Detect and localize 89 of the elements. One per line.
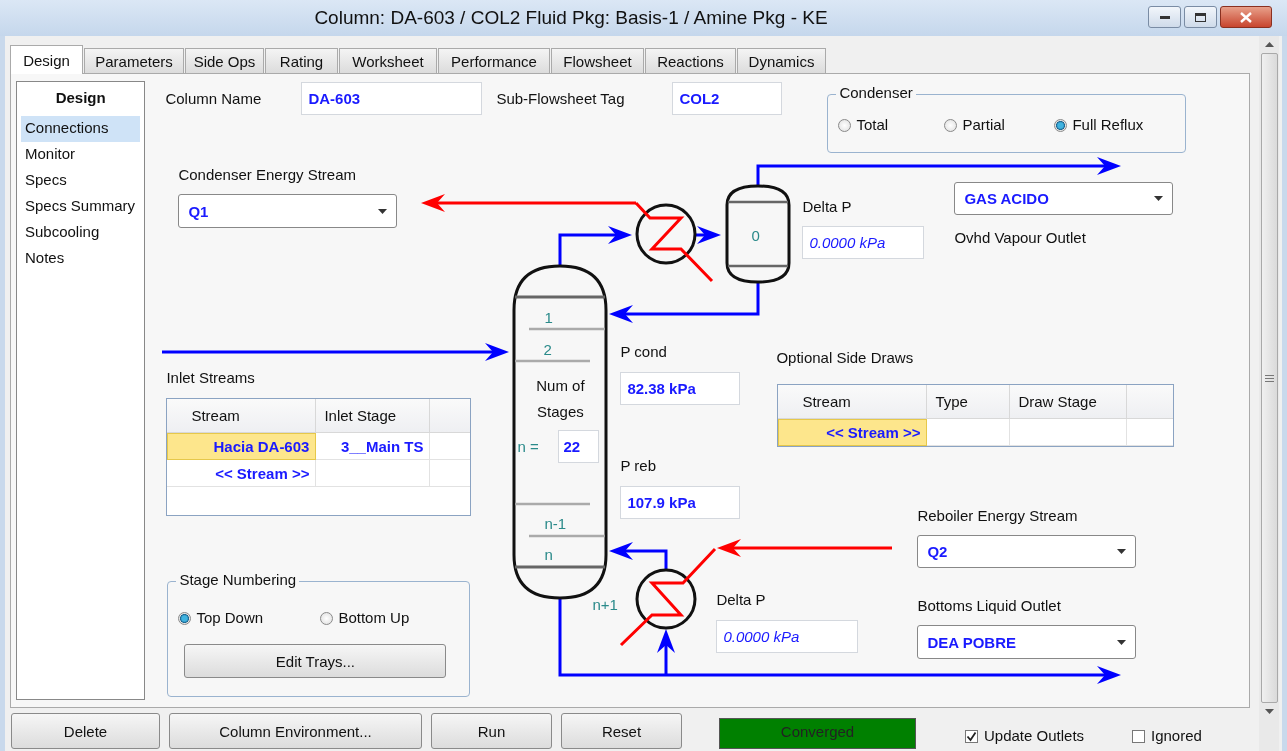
maximize-button[interactable] [1184,6,1217,28]
field-label: P reb [620,457,656,475]
table-cell[interactable] [927,419,1011,446]
tab[interactable]: Side Ops [185,48,264,73]
field-label: Ovhd Vapour Outlet [954,229,1086,247]
caret-icon [1117,549,1127,554]
dropdown[interactable]: Q2 [917,535,1137,568]
column-header: Inlet Stage [316,399,431,433]
radio-option[interactable]: Partial [944,116,1005,134]
minimize-icon [1159,15,1170,19]
input-field[interactable]: COL2 [672,82,783,115]
stage-label: 0 [751,227,760,245]
footer-button[interactable]: Column Environment... [169,713,422,749]
footer-button[interactable]: Delete [11,713,160,749]
minimize-button[interactable] [1148,6,1181,28]
input-field[interactable]: DA-603 [301,82,483,115]
nav-item[interactable]: Specs [21,168,141,194]
tab[interactable]: Design [10,45,83,74]
num-stages-label: Num of Stages [535,376,586,422]
radio-option[interactable]: Top Down [178,609,264,627]
caret-icon [1154,196,1164,201]
stage-label: 1 [544,309,553,327]
scrollbar[interactable] [1259,36,1279,751]
nav-item[interactable]: Monitor [21,142,141,168]
radio-option[interactable]: Total [838,116,889,134]
stream-arrow [695,226,722,244]
table-cell[interactable]: << Stream >> [778,419,928,446]
footer-button[interactable]: Run [431,713,552,749]
stage-label: n [544,546,553,564]
edit-trays-button[interactable]: Edit Trays... [184,644,447,678]
tab[interactable]: Flowsheet [551,48,644,73]
stage-label: n-1 [544,515,567,533]
dropdown[interactable]: GAS ACIDO [954,182,1174,215]
stage-label: n = [517,438,539,456]
radio-option[interactable]: Bottom Up [320,609,410,627]
close-icon [1240,11,1252,23]
grip-icon [1264,374,1274,382]
scroll-up-icon [1264,42,1274,47]
input-field[interactable]: 0.0000 kPa [802,226,925,259]
table-title: Optional Side Draws [776,349,914,367]
checkbox[interactable]: Update Outlets [965,727,1085,745]
table-cell[interactable] [316,460,431,487]
column-header: Type [927,385,1011,419]
table-title: Inlet Streams [166,369,255,387]
stage-label: 2 [543,341,552,359]
dropdown[interactable]: Q1 [178,194,398,228]
table-cell[interactable] [1010,419,1128,446]
tab[interactable]: Rating [265,48,338,73]
caret-icon [1117,639,1127,645]
nav-item[interactable]: Specs Summary [21,194,141,220]
checkbox[interactable]: Ignored [1132,727,1202,745]
nav-item[interactable]: Notes [21,246,141,272]
status-indicator: Converged [719,718,916,749]
field-label: Reboiler Energy Stream [917,507,1078,525]
dropdown[interactable]: DEA POBRE [917,625,1137,659]
caret-icon [378,208,388,214]
footer-button[interactable]: Reset [561,713,682,749]
close-button[interactable] [1220,6,1272,28]
input-field[interactable]: 0.0000 kPa [716,620,859,653]
input-field[interactable]: 82.38 kPa [620,372,741,405]
tab[interactable]: Parameters [84,48,184,73]
stream-arrow [609,542,668,571]
field-label: Column Name [165,90,262,108]
group-title: Stage Numbering [176,571,300,589]
field-label: Bottoms Liquid Outlet [917,597,1061,615]
field-label: Sub-Flowsheet Tag [496,90,625,108]
window-title: Column: DA-603 / COL2 Fluid Pkg: Basis-1 / Amine Pkg - KE [313,7,829,29]
scrollbar-thumb[interactable] [1260,53,1278,703]
input-field[interactable]: 22 [558,430,600,463]
table-cell[interactable]: << Stream >> [167,460,317,487]
tab[interactable]: Dynamics [737,48,826,73]
tab[interactable]: Performance [438,48,550,73]
radio-option[interactable]: Full Reflux [1054,116,1144,134]
field-label: P cond [620,343,667,361]
field-label: Condenser Energy Stream [178,166,356,184]
input-field[interactable]: 107.9 kPa [620,486,741,519]
table-cell[interactable]: Hacia DA-603 [167,433,317,460]
field-label: Delta P [716,591,766,609]
tab[interactable]: Worksheet [339,48,437,73]
maximize-icon [1195,12,1206,22]
nav-header: Design [54,88,107,108]
tab[interactable]: Reactions [645,48,736,73]
stage-label: n+1 [592,596,618,614]
column-header: Draw Stage [1010,385,1128,419]
scroll-down-icon [1264,709,1274,714]
nav-item[interactable]: Subcooling [21,220,141,246]
nav-item[interactable]: Connections [21,116,141,142]
table-cell[interactable]: 3__Main TS [316,433,431,460]
field-label: Delta P [802,198,852,216]
